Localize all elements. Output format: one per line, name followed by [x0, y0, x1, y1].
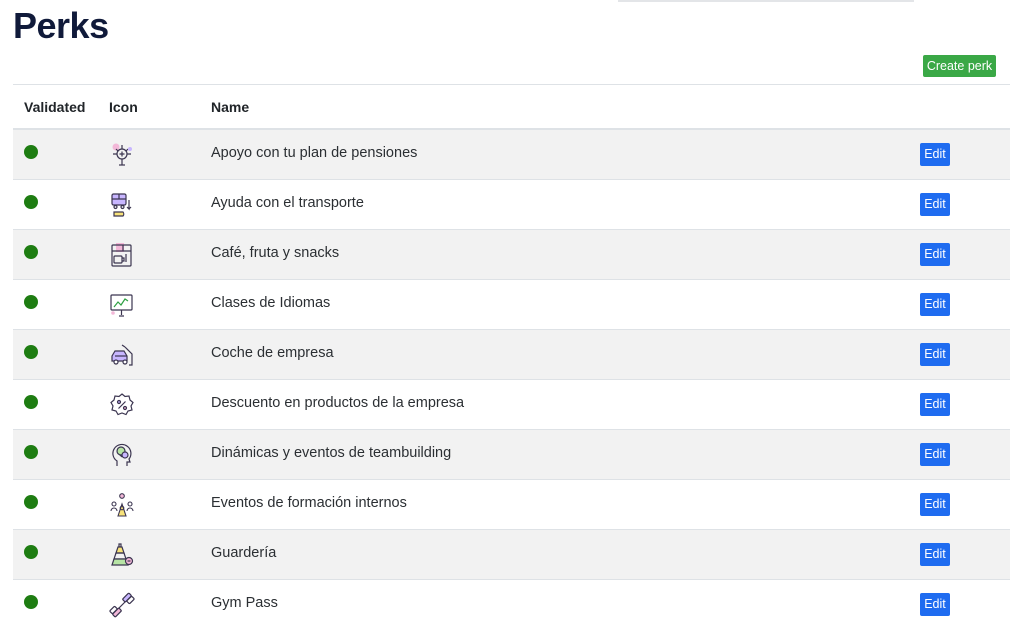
edit-perk-button[interactable]: Edit: [920, 143, 950, 166]
dumbbell-icon: [108, 591, 136, 619]
table-row: Apoyo con tu plan de pensiones Edit: [13, 130, 1010, 180]
pension-chart-icon: [108, 141, 136, 169]
validated-status-dot: [24, 145, 38, 159]
edit-perk-button[interactable]: Edit: [920, 443, 950, 466]
column-header-name: Name: [211, 99, 250, 115]
validated-status-dot: [24, 395, 38, 409]
perk-name: Clases de Idiomas: [211, 295, 331, 311]
perks-table: Validated Icon Name Apoyo con tu plan de…: [13, 84, 1010, 624]
teambuilding-head-icon: [108, 441, 136, 469]
perk-name: Eventos de formación internos: [211, 495, 407, 511]
perk-name: Guardería: [211, 545, 277, 561]
table-row: Eventos de formación internos Edit: [13, 480, 1010, 530]
validated-status-dot: [24, 195, 38, 209]
table-row: Dinámicas y eventos de teambuilding Edit: [13, 430, 1010, 480]
edit-perk-button[interactable]: Edit: [920, 343, 950, 366]
coffee-machine-icon: [108, 241, 136, 269]
table-header: Validated Icon Name: [13, 85, 1010, 130]
validated-status-dot: [24, 495, 38, 509]
table-row: Descuento en productos de la empresa Edi…: [13, 380, 1010, 430]
table-row: Guardería Edit: [13, 530, 1010, 580]
validated-status-dot: [24, 345, 38, 359]
table-row: Ayuda con el transporte Edit: [13, 180, 1010, 230]
discount-badge-icon: [108, 391, 136, 419]
company-car-icon: [108, 341, 136, 369]
training-group-icon: [108, 491, 136, 519]
perk-name: Café, fruta y snacks: [211, 245, 340, 261]
edit-perk-button[interactable]: Edit: [920, 293, 950, 316]
table-row: Coche de empresa Edit: [13, 330, 1010, 380]
edit-perk-button[interactable]: Edit: [920, 593, 950, 616]
table-row: Clases de Idiomas Edit: [13, 280, 1010, 330]
column-header-validated: Validated: [24, 99, 86, 115]
validated-status-dot: [24, 295, 38, 309]
table-row: Café, fruta y snacks Edit: [13, 230, 1010, 280]
perk-name: Descuento en productos de la empresa: [211, 395, 465, 411]
perk-name: Coche de empresa: [211, 345, 334, 361]
edit-perk-button[interactable]: Edit: [920, 493, 950, 516]
edit-perk-button[interactable]: Edit: [920, 543, 950, 566]
edit-perk-button[interactable]: Edit: [920, 193, 950, 216]
perk-name: Apoyo con tu plan de pensiones: [211, 145, 418, 161]
validated-status-dot: [24, 595, 38, 609]
page-title: Perks: [13, 5, 109, 46]
create-perk-button[interactable]: Create perk: [923, 55, 996, 77]
table-row: Gym Pass Edit: [13, 580, 1010, 624]
perk-name: Ayuda con el transporte: [211, 195, 364, 211]
edit-perk-button[interactable]: Edit: [920, 393, 950, 416]
perk-name: Dinámicas y eventos de teambuilding: [211, 445, 452, 461]
perk-name: Gym Pass: [211, 595, 278, 611]
validated-status-dot: [24, 545, 38, 559]
validated-status-dot: [24, 445, 38, 459]
presentation-board-icon: [108, 291, 136, 319]
top-search-bar-edge: [618, 0, 914, 2]
toy-stacker-icon: [108, 541, 136, 569]
column-header-icon: Icon: [109, 99, 138, 115]
perks-page: Perks Create perk Validated Icon Name Ap…: [0, 0, 1024, 624]
validated-status-dot: [24, 245, 38, 259]
transport-bus-icon: [108, 191, 136, 219]
edit-perk-button[interactable]: Edit: [920, 243, 950, 266]
